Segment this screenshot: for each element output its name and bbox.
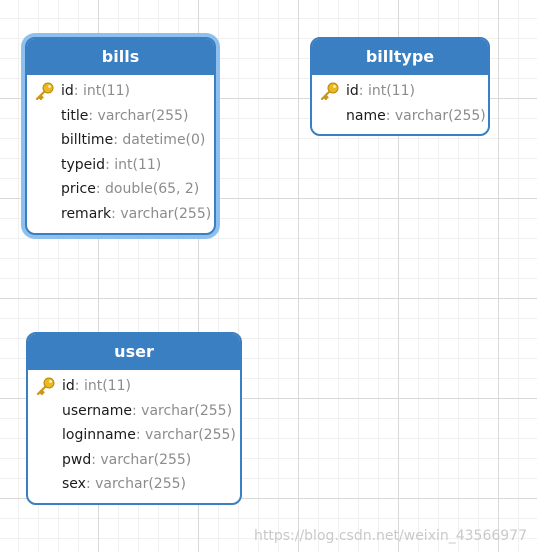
- table-bills-header[interactable]: bills: [27, 39, 214, 75]
- key-icon: [36, 377, 55, 395]
- key-icon: [320, 82, 339, 100]
- field-type: : int(11): [74, 378, 131, 394]
- field-row[interactable]: billtime: datetime(0): [27, 128, 214, 153]
- table-user-header[interactable]: user: [28, 334, 240, 370]
- field-type: : double(65, 2): [95, 181, 200, 198]
- field-name: sex: [62, 476, 86, 493]
- table-bills[interactable]: bills id: int(11) title: varchar(255) bi…: [25, 37, 216, 235]
- watermark: https://blog.csdn.net/weixin_43566977: [253, 528, 527, 544]
- table-user[interactable]: user id: int(11) username: varchar(255) …: [26, 332, 242, 505]
- field-row[interactable]: loginname: varchar(255): [28, 423, 240, 448]
- key-icon: [35, 82, 54, 100]
- field-row[interactable]: typeid: int(11): [27, 153, 214, 178]
- field-row[interactable]: name: varchar(255): [312, 104, 488, 129]
- field-name: typeid: [61, 156, 106, 173]
- field-row[interactable]: sex: varchar(255): [28, 472, 240, 497]
- field-row[interactable]: id: int(11): [312, 79, 488, 104]
- field-row[interactable]: id: int(11): [28, 374, 240, 399]
- field-name: price: [61, 181, 96, 198]
- field-type: : varchar(255): [385, 107, 486, 124]
- field-row[interactable]: id: int(11): [27, 79, 214, 104]
- field-row[interactable]: pwd: varchar(255): [28, 448, 240, 473]
- field-name: loginname: [62, 427, 136, 444]
- field-name: remark: [61, 205, 112, 222]
- field-name: id: [346, 83, 359, 99]
- field-row[interactable]: username: varchar(255): [28, 399, 240, 424]
- field-type: : varchar(255): [91, 451, 192, 468]
- field-name: name: [346, 107, 386, 124]
- field-type: : int(11): [73, 83, 130, 99]
- field-row[interactable]: price: double(65, 2): [27, 177, 214, 202]
- field-type: : varchar(255): [88, 107, 189, 124]
- field-name: pwd: [62, 451, 92, 468]
- field-name: username: [62, 402, 132, 419]
- field-type: : varchar(255): [135, 427, 236, 444]
- table-billtype[interactable]: billtype id: int(11) name: varchar(255): [310, 37, 490, 137]
- field-row[interactable]: title: varchar(255): [27, 104, 214, 129]
- field-type: : datetime(0): [113, 132, 206, 149]
- field-type: : int(11): [105, 156, 162, 173]
- field-name: billtime: [61, 132, 114, 149]
- field-type: : varchar(255): [132, 402, 233, 419]
- field-type: : varchar(255): [85, 476, 186, 493]
- field-name: id: [62, 378, 75, 394]
- field-type: : int(11): [358, 83, 415, 99]
- field-row[interactable]: remark: varchar(255): [27, 202, 214, 227]
- field-name: id: [61, 83, 74, 99]
- field-type: : varchar(255): [111, 205, 212, 222]
- table-billtype-header[interactable]: billtype: [312, 39, 488, 75]
- field-name: title: [61, 107, 89, 124]
